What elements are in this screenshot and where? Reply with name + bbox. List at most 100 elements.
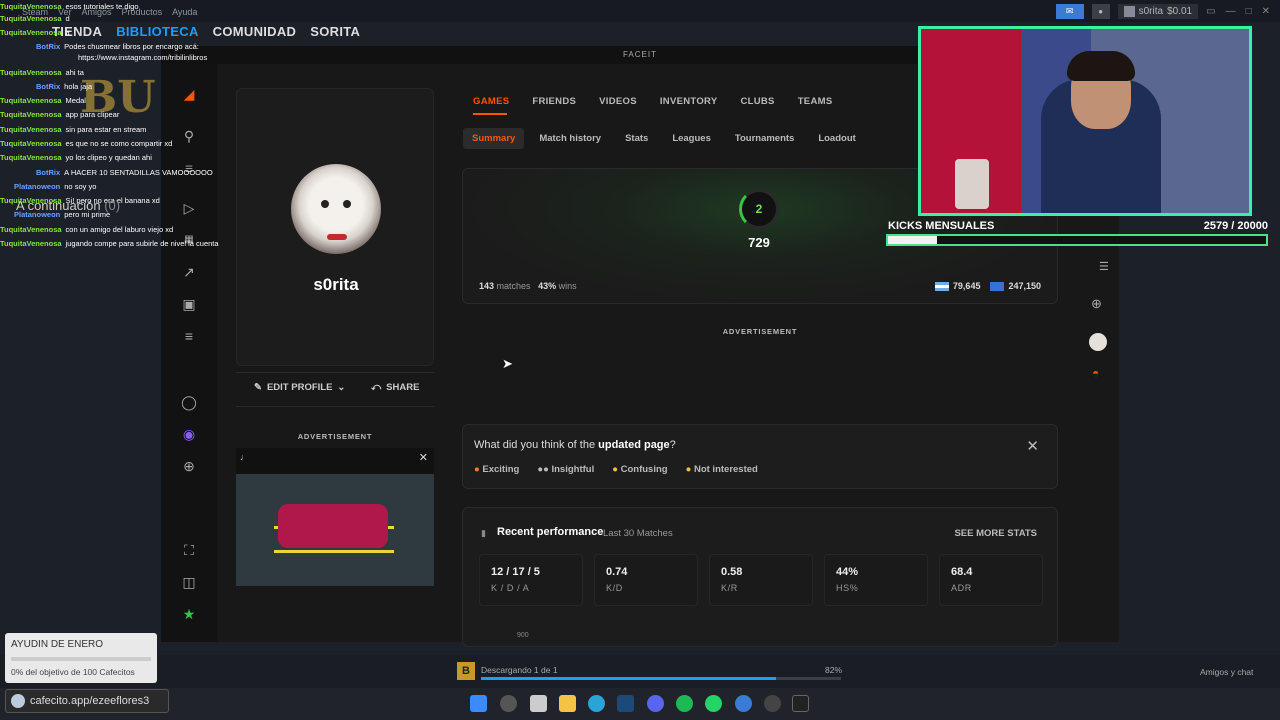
tab-stats[interactable]: Stats [616,128,657,149]
list-icon[interactable]: ≡ [179,326,199,346]
close-icon[interactable]: ✕ [1262,6,1270,17]
account-name: s0rita [1138,6,1164,17]
tab-leagues[interactable]: Leagues [663,128,720,149]
nav-sorita[interactable]: SORITA [310,24,360,39]
friends-chat-button[interactable]: Amigos y chat [1200,667,1253,677]
tab-match-history[interactable]: Match history [530,128,610,149]
see-more-stats-button[interactable]: SEE MORE STATS [954,528,1037,539]
ring-icon[interactable]: ◯ [179,392,199,412]
ad-video[interactable]: ♩ ✕ [236,448,434,586]
announcements-icon[interactable]: ✉ [1055,4,1084,19]
game-launcher-icon[interactable] [764,695,781,712]
headset-icon[interactable]: ◓ [1092,366,1099,380]
webcam-overlay [918,26,1252,216]
sub-tabs: Summary Match history Stats Leagues Tour… [463,128,865,149]
tab-friends[interactable]: FRIENDS [532,96,576,107]
donation-widget: AYUDIN DE ENERO 0% del objetivo de 100 C… [5,633,157,683]
friends-list-icon[interactable]: ☰ [1099,260,1109,273]
feedback-confusing[interactable]: ● Confusing [612,464,667,475]
chat-text: Medal [65,96,86,105]
chat-user: BotRix [36,42,61,51]
close-icon[interactable]: ✕ [1026,437,1039,455]
shop-icon[interactable]: ◫ [179,572,199,592]
add-icon[interactable]: ⊕ [179,456,199,476]
performance-subtitle: Last 30 Matches [603,528,673,539]
add-friend-icon[interactable]: ⊕ [1091,296,1102,312]
tab-inventory[interactable]: INVENTORY [660,96,718,107]
stat-kr: 0.58 K/R [709,554,813,606]
close-icon[interactable]: ✕ [419,451,428,464]
chat-user: TuquitaVenenosa [0,14,62,23]
tab-clubs[interactable]: CLUBS [740,96,774,107]
country-rank[interactable]: 79,645 [934,281,981,292]
avatar[interactable] [291,164,381,254]
expand-icon[interactable]: ⛶ [179,540,199,560]
premium-icon[interactable]: ★ [179,604,199,624]
pencil-icon: ✎ [254,382,262,393]
chat-line: TuquitaVenenosa ahi ta [0,66,84,79]
edge-icon[interactable] [588,695,605,712]
spotify-icon[interactable] [676,695,693,712]
club-icon[interactable]: ◉ [179,424,199,444]
window-controls: ▭ — □ ✕ [1206,6,1270,17]
file-explorer-icon[interactable] [559,695,576,712]
region-rank[interactable]: 247,150 [990,281,1041,292]
chat-text: sin para estar en stream [65,125,147,134]
whatsapp-icon[interactable] [705,695,722,712]
share-label: SHARE [386,382,420,393]
stat-value: 0.58 [721,566,743,578]
discord-icon[interactable] [647,695,664,712]
chat-text: Podes chusmear libros por encargo acá: [64,42,199,51]
neutral-face-icon: ● [685,464,692,475]
app-icon[interactable] [735,695,752,712]
profile-card: s0rita [236,88,434,366]
feedback-question-suffix: ? [669,439,676,451]
stat-value: 12 / 17 / 5 [491,566,540,578]
maximize-icon[interactable]: □ [1246,6,1252,17]
chat-user: TuquitaVenenosa [0,125,62,134]
windows-start-icon[interactable] [470,695,487,712]
minimize-icon[interactable]: — [1226,6,1236,17]
tab-games[interactable]: GAMES [473,96,509,107]
bell-icon[interactable]: ● [1091,4,1110,19]
share-icon: ⤺ [371,382,382,393]
video-icon[interactable]: ▣ [179,294,199,314]
feedback-exciting[interactable]: ● Exciting [474,464,519,475]
friend-avatar[interactable] [1089,333,1107,351]
stat-kd: 0.74 K/D [594,554,698,606]
tab-summary[interactable]: Summary [463,128,525,149]
tab-loadout[interactable]: Loadout [809,128,864,149]
donation-progress [11,657,151,661]
faceit-taskbar-icon[interactable] [792,695,809,712]
tab-tournaments[interactable]: Tournaments [726,128,803,149]
up-next-label: A continuación (0) [16,198,120,213]
stat-label: ADR [951,583,972,593]
game-icon[interactable]: B [457,662,475,680]
screen-icon[interactable]: ▭ [1206,6,1215,17]
search-icon[interactable] [500,695,517,712]
country-rank-value: 79,645 [952,281,981,291]
steam-icon[interactable] [617,695,634,712]
matches-label: matches [496,281,531,291]
feedback-not-interested[interactable]: ● Not interested [686,464,758,475]
edit-profile-button[interactable]: ✎ EDIT PROFILE ⌄ [254,382,345,393]
kicks-progress-bar [886,234,1268,246]
chat-user: TuquitaVenenosa [0,239,62,248]
chat-text: d [65,14,70,23]
chat-line: TuquitaVenenosa d [0,12,70,25]
ad-label: ADVERTISEMENT [722,327,798,336]
account-menu[interactable]: s0rita $0.01 [1117,4,1199,19]
eyes-icon: ●● [537,464,549,475]
mute-icon[interactable]: ♩ [240,452,249,462]
download-progress [481,677,841,680]
chat-text: A HACER 10 SENTADILLAS VAMOOOOOO [64,168,213,177]
stat-label: K/D [606,583,623,593]
feedback-question: What did you think of the updated page? [474,439,676,451]
download-status[interactable]: Descargando 1 de 1 [481,665,558,675]
tab-teams[interactable]: TEAMS [798,96,833,107]
stats-icon[interactable]: ↗ [179,262,199,282]
feedback-insightful[interactable]: ●● Insightful [537,464,594,475]
tab-videos[interactable]: VIDEOS [599,96,637,107]
share-button[interactable]: ⤺ SHARE [371,382,419,393]
task-view-icon[interactable] [530,695,547,712]
